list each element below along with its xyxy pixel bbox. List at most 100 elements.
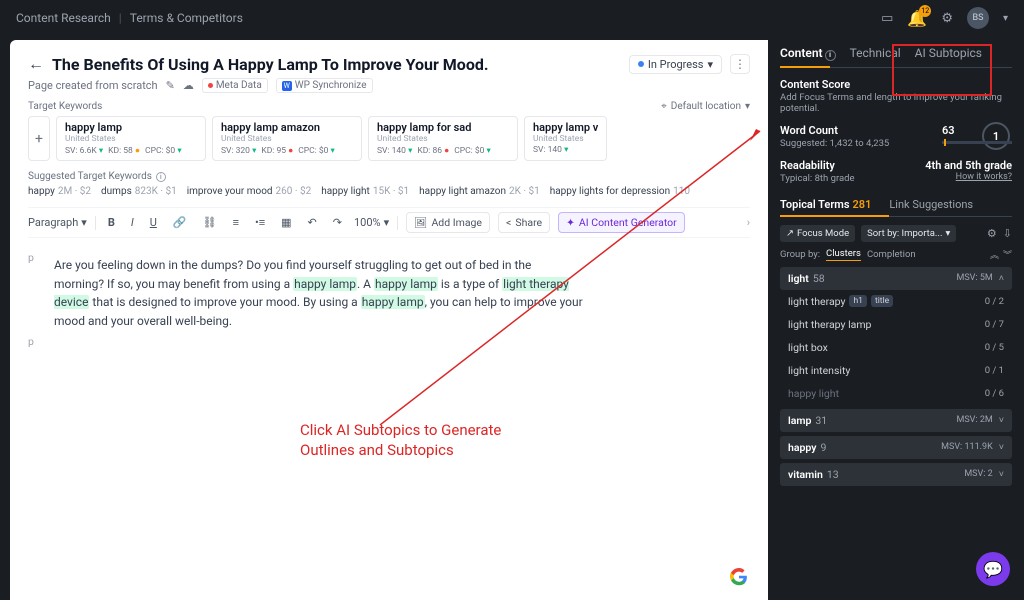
keyword-card[interactable]: happy lampUnited StatesSV: 6.6K ▾ KD: 58… [56,116,206,161]
chevron-down-icon: ▾ [707,58,713,71]
suggested-keyword[interactable]: dumps823K · $1 [101,186,177,197]
meta-dot-icon [208,83,213,88]
highlighted-term: happy lamp [293,277,357,291]
meta-data-chip[interactable]: Meta Data [202,78,268,93]
term-cluster-header[interactable]: vitamin13MSV: 2˅ [780,463,1012,486]
word-count-slider[interactable] [942,141,1012,144]
info-icon[interactable]: i [156,172,166,182]
toolbar-next-icon[interactable]: › [747,216,750,229]
page-more-button[interactable]: ⋮ [730,54,750,74]
suggested-keyword[interactable]: happy2M · $2 [28,186,91,197]
tab-technical[interactable]: Technical [850,46,901,61]
ordered-list-button[interactable]: ≡ [229,214,243,231]
tab-link-suggestions[interactable]: Link Suggestions [889,198,973,211]
term-cluster-header[interactable]: light58MSV: 5M˄ [780,267,1012,290]
keyword-card[interactable]: happy lamp for sadUnited StatesSV: 140 ▾… [368,116,518,161]
page-subtitle: Page created from scratch [28,79,158,92]
google-logo-icon [730,568,748,586]
add-keyword-button[interactable]: + [28,116,50,161]
notif-badge: 12 [919,5,931,17]
avatar[interactable]: BS [967,7,989,29]
term-cluster-header[interactable]: lamp31MSV: 2M˅ [780,409,1012,432]
location-pin-icon: ⌖ [661,101,667,112]
target-keywords-label: Target Keywords [28,101,102,112]
group-completion[interactable]: Completion [867,249,916,260]
tab-topical-terms[interactable]: Topical Terms281 [780,198,871,211]
export-icon[interactable]: ⇩ [1003,227,1012,240]
unlink-button[interactable]: ⛓ [199,214,221,231]
group-clusters[interactable]: Clusters [826,248,861,261]
status-label: In Progress [648,58,704,71]
notifications-icon[interactable]: 🔔12 [907,9,927,28]
crumb-content-research[interactable]: Content Research [16,11,111,25]
p-marker: p [28,250,34,266]
suggested-keyword[interactable]: happy light15K · $1 [321,186,409,197]
readability-value: 4th and 5th grade [925,159,1012,172]
status-dot-icon [638,61,644,67]
topbar: Content Research | Terms & Competitors ▭… [0,0,1024,36]
term-row[interactable]: light therapyh1title0 / 2 [780,290,1012,313]
content-score-gauge: 1 [982,122,1010,150]
edit-icon[interactable]: ✎ [166,79,175,92]
expand-all-icon[interactable]: ︾ [1003,248,1012,261]
highlighted-term: happy lamp [374,277,438,291]
suggested-keywords-label: Suggested Target Keywords [28,171,152,182]
share-button[interactable]: < Share [498,212,550,233]
content-score-sub: Add Focus Terms and length to improve yo… [780,92,1012,114]
suggested-keyword[interactable]: happy light amazon2K · $1 [419,186,540,197]
redo-button[interactable]: ↷ [329,214,346,231]
page-title: The Benefits Of Using A Happy Lamp To Im… [52,55,621,74]
zoom-select[interactable]: 100% ▾ [354,216,389,229]
settings-gear-icon[interactable]: ⚙ [987,227,997,240]
suggested-keyword[interactable]: happy lights for depression110 [550,186,690,197]
cloud-sync-icon[interactable]: ☁ [183,79,194,92]
word-count-sub: Suggested: 1,432 to 4,235 [780,138,889,149]
settings-icon[interactable]: ⚙ [941,11,953,26]
wp-icon: W [282,81,292,91]
tab-ai-subtopics[interactable]: AI Subtopics [915,46,982,61]
crumb-divider: | [119,11,122,25]
suggested-keyword[interactable]: improve your mood260 · $2 [187,186,312,197]
group-by-label: Group by: [780,249,820,260]
book-icon[interactable]: ▭ [881,11,893,26]
tab-content[interactable]: Contenti [780,46,836,61]
content-body[interactable]: p Are you feeling down in the dumps? Do … [28,248,750,366]
undo-button[interactable]: ↶ [304,214,321,231]
table-button[interactable]: ▦ [277,214,295,231]
wp-sync-chip[interactable]: WWP Synchronize [276,78,373,93]
term-row[interactable]: light intensity0 / 1 [780,359,1012,382]
back-arrow-icon[interactable]: ← [28,54,44,74]
p-marker: p [28,334,34,350]
location-label[interactable]: Default location [671,101,741,112]
side-panel: Contenti Technical AI Subtopics Content … [768,36,1024,600]
term-row[interactable]: happy light0 / 6 [780,382,1012,405]
focus-mode-button[interactable]: ↗ Focus Mode [780,225,855,242]
info-icon[interactable]: i [825,50,836,61]
term-cluster-header[interactable]: happy9MSV: 111.9K˅ [780,436,1012,459]
unordered-list-button[interactable]: •≡ [251,214,269,231]
bold-button[interactable]: B [104,214,119,231]
underline-button[interactable]: U [146,214,161,231]
link-button[interactable]: 🔗 [169,214,191,231]
keyword-card[interactable]: happy lamp vUnited StatesSV: 140 ▾ [524,116,607,161]
avatar-caret-icon[interactable]: ▾ [1003,13,1008,24]
chevron-down-icon[interactable]: ▾ [745,101,750,112]
add-image-button[interactable]: 🖼 Add Image [406,212,490,233]
readability-help-link[interactable]: How it works? [925,172,1012,182]
collapse-all-icon[interactable]: ︽ [990,248,999,261]
paragraph-select[interactable]: Paragraph ▾ [28,216,87,229]
readability-label: Readability [780,159,855,172]
sort-dropdown[interactable]: Sort by: Importa... ▾ [861,225,956,242]
crumb-terms[interactable]: Terms & Competitors [130,11,243,25]
readability-sub: Typical: 8th grade [780,173,855,184]
term-row[interactable]: light box0 / 5 [780,336,1012,359]
status-dropdown[interactable]: In Progress ▾ [629,55,722,74]
term-row[interactable]: light therapy lamp0 / 7 [780,313,1012,336]
annotation-text: Click AI Subtopics to Generate Outlines … [300,420,501,461]
paragraph-1[interactable]: Are you feeling down in the dumps? Do yo… [54,256,584,330]
highlighted-term: happy lamp [361,295,425,309]
keyword-card[interactable]: happy lamp amazonUnited StatesSV: 320 ▾ … [212,116,362,161]
ai-content-generator-button[interactable]: ✦ AI Content Generator [558,212,685,233]
italic-button[interactable]: I [127,214,138,231]
chat-fab[interactable]: 💬 [976,552,1010,586]
